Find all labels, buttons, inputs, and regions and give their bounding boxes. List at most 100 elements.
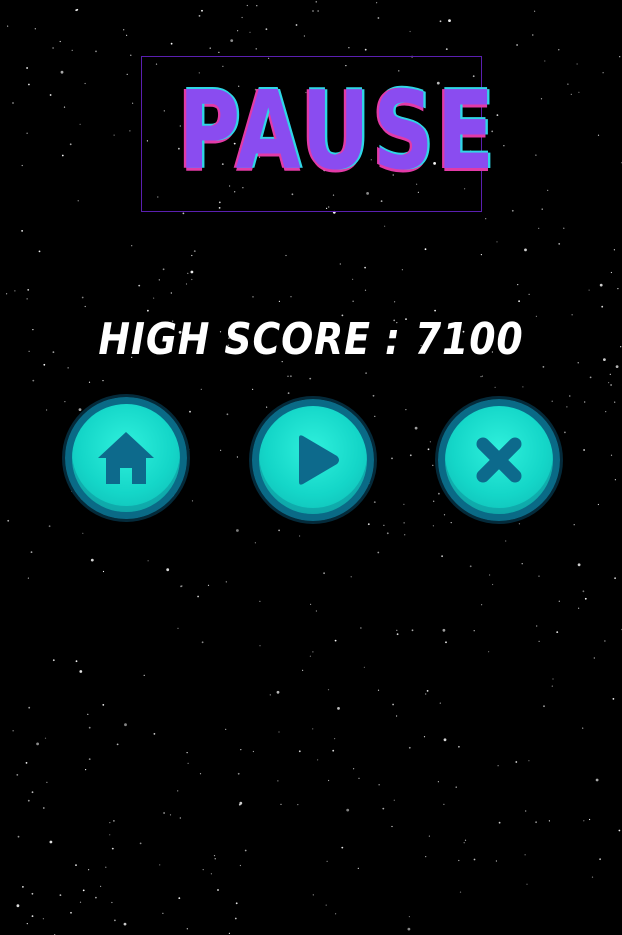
star — [28, 706, 31, 709]
star — [317, 759, 319, 761]
star — [182, 212, 185, 215]
star — [113, 134, 115, 136]
star — [358, 777, 360, 779]
star — [162, 912, 164, 914]
star — [403, 503, 405, 505]
star — [577, 563, 581, 567]
star — [455, 786, 457, 788]
star — [528, 760, 530, 762]
star — [42, 918, 45, 920]
star — [363, 666, 365, 668]
star — [95, 50, 97, 53]
star — [573, 524, 575, 526]
star — [426, 690, 429, 692]
star — [12, 730, 14, 732]
star — [210, 873, 212, 875]
star — [225, 728, 227, 731]
star — [36, 742, 39, 746]
star — [396, 629, 398, 631]
home-button[interactable] — [65, 397, 187, 519]
pause-title: PAUSE — [178, 69, 498, 194]
star — [597, 134, 600, 136]
star — [256, 5, 258, 7]
star — [411, 629, 414, 632]
star — [608, 382, 610, 384]
star — [315, 610, 317, 612]
star — [383, 524, 385, 526]
star — [496, 241, 498, 243]
star — [534, 10, 536, 12]
star — [569, 395, 571, 397]
star — [588, 289, 590, 291]
star — [187, 457, 190, 459]
star — [193, 250, 196, 253]
star — [236, 529, 239, 532]
star — [445, 48, 448, 50]
star — [59, 40, 61, 43]
star — [287, 392, 290, 394]
star — [535, 821, 537, 824]
star — [480, 254, 482, 256]
star — [473, 858, 476, 861]
star — [570, 93, 572, 95]
star — [14, 290, 16, 292]
star — [32, 379, 35, 382]
star — [377, 689, 380, 691]
star — [543, 705, 545, 708]
star — [310, 603, 312, 606]
star — [429, 441, 431, 443]
star — [620, 346, 622, 348]
star — [544, 60, 546, 62]
resume-button[interactable] — [252, 399, 374, 521]
star — [376, 2, 378, 4]
star — [517, 284, 519, 286]
star — [254, 542, 256, 544]
star — [298, 750, 301, 753]
quit-button[interactable] — [438, 399, 560, 521]
star — [27, 289, 30, 291]
star — [26, 923, 28, 925]
star — [244, 849, 247, 852]
star — [26, 132, 28, 134]
star — [237, 772, 240, 775]
star — [350, 576, 352, 578]
star — [191, 500, 194, 502]
star — [591, 876, 594, 878]
star — [102, 704, 105, 706]
star — [234, 917, 237, 920]
star — [31, 892, 34, 895]
star — [190, 270, 194, 274]
star — [252, 750, 254, 753]
star — [348, 47, 350, 49]
star — [610, 454, 613, 456]
star — [218, 51, 220, 54]
star — [259, 600, 261, 603]
star — [239, 801, 243, 805]
star — [589, 818, 591, 821]
star — [335, 913, 337, 915]
star — [49, 840, 53, 844]
star — [505, 540, 507, 542]
star — [26, 298, 28, 300]
star — [309, 655, 311, 657]
star — [337, 707, 340, 710]
star — [441, 555, 443, 558]
star — [90, 558, 94, 562]
star — [138, 284, 141, 287]
star — [445, 641, 447, 644]
star — [30, 551, 33, 553]
star — [583, 449, 585, 451]
star — [139, 842, 142, 845]
star — [396, 633, 399, 636]
star — [52, 47, 54, 49]
star — [100, 885, 102, 888]
star — [265, 28, 268, 31]
star — [378, 784, 380, 786]
star — [497, 765, 499, 767]
star — [327, 689, 330, 691]
star — [82, 889, 85, 892]
star — [617, 288, 619, 290]
star — [278, 529, 280, 532]
star — [409, 454, 412, 457]
play-icon — [299, 435, 339, 485]
